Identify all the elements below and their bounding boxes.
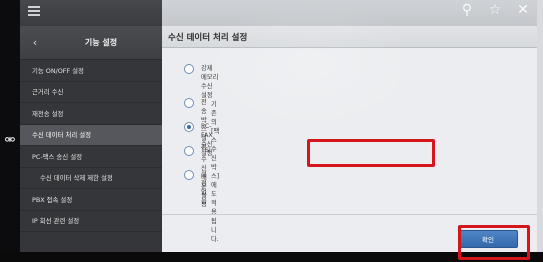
sidebar-items: 기능 ON/OFF 설정 근거리 수신 재전송 설정 수신 데이터 처리 설정 PC-팩… xyxy=(20,60,162,232)
star-icon[interactable]: ☆ xyxy=(487,2,503,18)
sidebar-item[interactable]: 재전송 설정 xyxy=(20,103,162,125)
divider xyxy=(162,214,537,215)
radio-option-text: 설정 없음 xyxy=(201,170,207,206)
back-icon[interactable]: ‹ xyxy=(28,35,42,51)
sidebar-item[interactable]: IP 회선 관련 설정 xyxy=(20,211,162,232)
page-title: 수신 데이터 처리 설정 xyxy=(162,26,537,48)
selection-highlight-box xyxy=(307,139,435,167)
sidebar-item[interactable]: 수신 데이터 삭제 제한 설정 xyxy=(20,168,162,189)
sidebar: ‹ 기능 설정 기능 ON/OFF 설정 근거리 수신 재전송 설정 수신 데이터 처… xyxy=(20,26,162,252)
sidebar-header: ‹ 기능 설정 xyxy=(20,26,162,60)
nfc-icon: ⚮ xyxy=(4,133,16,148)
radio-button[interactable] xyxy=(184,146,194,156)
close-icon[interactable]: ✕ xyxy=(515,2,531,18)
search-icon[interactable]: ⚲ xyxy=(459,2,475,18)
device-screen: ⚲ ☆ ✕ ‹ 기능 설정 기능 ON/OFF 설정 근거리 수신 재전송 설정 수신… xyxy=(20,0,537,252)
sidebar-item[interactable]: PBX 접속 설정 xyxy=(20,189,162,211)
top-bar: ⚲ ☆ ✕ xyxy=(20,0,537,26)
device-edge xyxy=(537,0,543,262)
sidebar-item[interactable]: 수신 데이터 처리 설정 xyxy=(20,124,162,146)
sidebar-item[interactable]: 기능 ON/OFF 설정 xyxy=(20,60,162,82)
device-bezel: ⚮ xyxy=(0,0,20,262)
radio-option-label: 설정 없음 xyxy=(201,171,207,205)
radio-button[interactable] xyxy=(184,64,194,74)
main-panel: 수신 데이터 처리 설정 강제 메모리 수신 설정 기존의 [팩스 수신 박스]에… xyxy=(162,26,537,252)
radio-button[interactable] xyxy=(184,98,194,108)
menu-icon[interactable] xyxy=(28,6,40,16)
confirm-highlight-box xyxy=(458,225,530,260)
sidebar-item[interactable]: PC-팩스 송신 설정 xyxy=(20,146,162,168)
radio-button[interactable] xyxy=(184,122,194,132)
radio-option-label: 강제 메모리 수신 설정 xyxy=(201,65,219,99)
radio-button[interactable] xyxy=(184,170,194,180)
top-icons: ⚲ ☆ ✕ xyxy=(459,2,531,18)
sidebar-item[interactable]: 근거리 수신 xyxy=(20,82,162,103)
top-bar-left xyxy=(20,0,162,26)
radio-option[interactable]: 설정 없음 xyxy=(184,170,207,206)
